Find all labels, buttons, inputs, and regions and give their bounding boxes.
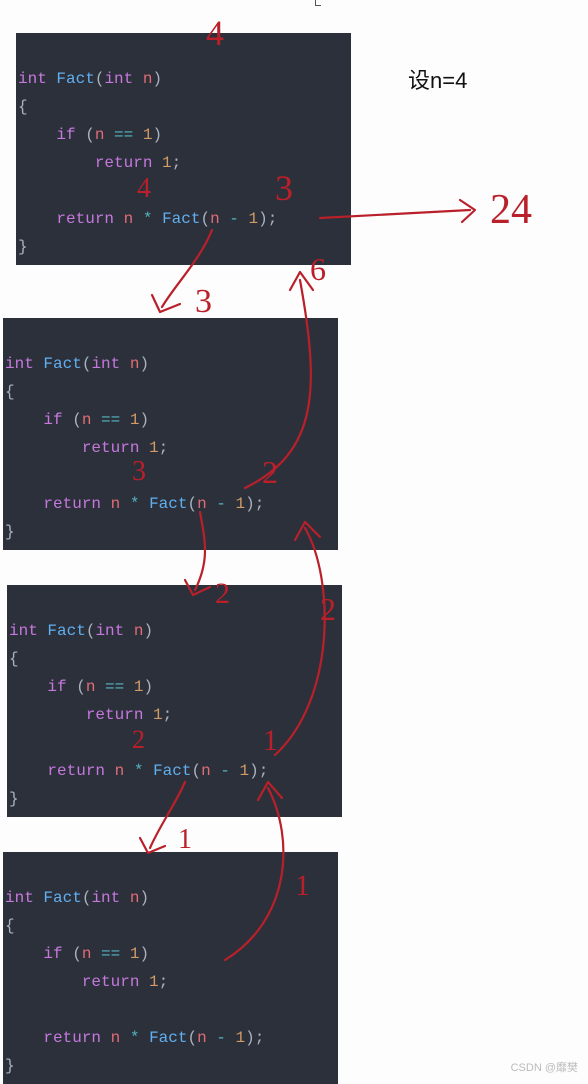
code-block-2: int Fact(int n) { if (n == 1) return 1; … — [3, 318, 338, 550]
annot-result: 24 — [490, 187, 532, 233]
code-block-4: int Fact(int n) { if (n == 1) return 1; … — [3, 852, 338, 1084]
code-block-1: int Fact(int n) { if (n == 1) return 1; … — [16, 33, 351, 265]
annot-down-1: 1 — [178, 824, 192, 855]
title-text: 设n=4 — [408, 63, 467, 95]
watermark: CSDN @靡樊 — [511, 1059, 578, 1075]
code-block-3: int Fact(int n) { if (n == 1) return 1; … — [7, 585, 342, 817]
fn-name: Fact — [56, 70, 94, 88]
type-kw: int — [18, 70, 47, 88]
annot-down-3: 3 — [195, 283, 212, 320]
caret-mark — [315, 0, 321, 6]
